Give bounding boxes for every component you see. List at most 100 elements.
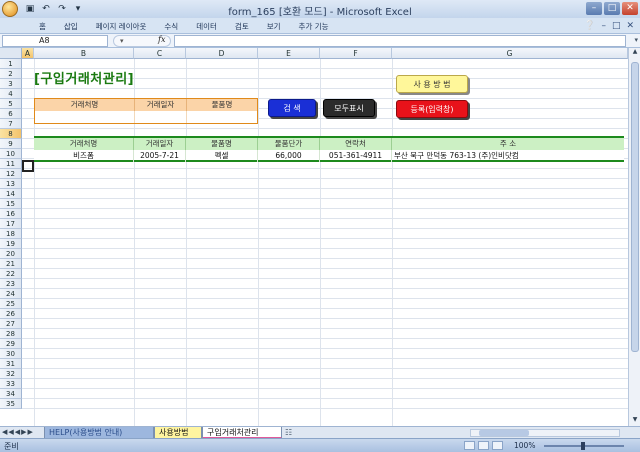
row-header-11[interactable]: 11 — [0, 159, 22, 169]
column-header-c[interactable]: C — [134, 48, 186, 59]
tab-review[interactable]: 검토 — [226, 21, 258, 32]
tab-home[interactable]: 홈 — [30, 21, 55, 32]
row-header-27[interactable]: 27 — [0, 319, 22, 329]
vertical-scrollbar[interactable]: ▲ ▼ — [628, 48, 640, 426]
fx-icon[interactable]: fx — [158, 35, 165, 44]
row-header-24[interactable]: 24 — [0, 289, 22, 299]
table-cell[interactable]: 부산 북구 만덕동 763-13 (주)인비닷컴 — [392, 150, 624, 162]
formula-input[interactable] — [174, 35, 626, 47]
search-input-date[interactable] — [135, 111, 187, 123]
row-header-3[interactable]: 3 — [0, 79, 22, 89]
tab-page-layout[interactable]: 페이지 레이아웃 — [87, 21, 156, 32]
row-header-29[interactable]: 29 — [0, 339, 22, 349]
ribbon-tabs: 홈 삽입 페이지 레이아웃 수식 데이터 검토 보기 추가 기능 ❔ – □ ✕ — [0, 18, 640, 34]
row-header-25[interactable]: 25 — [0, 299, 22, 309]
tab-addins[interactable]: 추가 기능 — [290, 21, 338, 32]
row-header-28[interactable]: 28 — [0, 329, 22, 339]
page-layout-view-icon[interactable] — [478, 441, 489, 450]
name-box[interactable]: A8 — [2, 35, 108, 47]
gridline — [22, 128, 628, 129]
row-header-6[interactable]: 6 — [0, 109, 22, 119]
tab-view[interactable]: 보기 — [258, 21, 290, 32]
table-cell[interactable]: 2005-7-21 — [134, 150, 186, 162]
ribbon-restore-icon[interactable]: □ — [612, 21, 621, 31]
table-header-address: 주 소 — [392, 138, 624, 150]
row-header-33[interactable]: 33 — [0, 379, 22, 389]
row-header-8[interactable]: 8 — [0, 129, 22, 139]
worksheet-grid[interactable]: A B C D E F G 1 2 3 4 5 6 7 8 9 10 11 12 13 14 15 16 17 1… — [0, 48, 628, 426]
table-cell[interactable]: 66,000 — [258, 150, 320, 162]
row-header-19[interactable]: 19 — [0, 239, 22, 249]
row-header-21[interactable]: 21 — [0, 259, 22, 269]
column-header-g[interactable]: G — [392, 48, 628, 59]
row-header-26[interactable]: 26 — [0, 309, 22, 319]
row-header-18[interactable]: 18 — [0, 229, 22, 239]
search-button[interactable]: 검 색 — [268, 99, 316, 117]
row-header-17[interactable]: 17 — [0, 219, 22, 229]
column-header-d[interactable]: D — [186, 48, 258, 59]
close-button[interactable]: ✕ — [622, 2, 638, 15]
column-header-f[interactable]: F — [320, 48, 392, 59]
show-all-button[interactable]: 모두표시 — [323, 99, 375, 117]
tab-data[interactable]: 데이터 — [187, 21, 226, 32]
minimize-button[interactable]: – — [586, 2, 602, 15]
tab-formulas[interactable]: 수식 — [155, 21, 187, 32]
howto-button[interactable]: 사 용 방 법 — [396, 75, 468, 93]
row-header-31[interactable]: 31 — [0, 359, 22, 369]
active-cell-a8[interactable] — [22, 160, 34, 172]
normal-view-icon[interactable] — [464, 441, 475, 450]
scroll-up-icon[interactable]: ▲ — [629, 48, 640, 58]
insert-sheet-icon[interactable]: ☷ — [285, 428, 299, 438]
row-header-22[interactable]: 22 — [0, 269, 22, 279]
row-header-20[interactable]: 20 — [0, 249, 22, 259]
ribbon-minimize-icon[interactable]: – — [601, 21, 606, 31]
zoom-level[interactable]: 100% — [514, 441, 535, 450]
page-break-view-icon[interactable] — [492, 441, 503, 450]
table-cell[interactable]: 비즈폼 — [34, 150, 134, 162]
register-button[interactable]: 등록(입력창) — [396, 100, 468, 118]
maximize-button[interactable]: □ — [604, 2, 620, 15]
row-header-23[interactable]: 23 — [0, 279, 22, 289]
column-header-e[interactable]: E — [258, 48, 320, 59]
sheet-nav-icons[interactable]: ◀◀◀▶▶ — [2, 428, 34, 436]
gridline — [22, 298, 628, 299]
row-header-12[interactable]: 12 — [0, 169, 22, 179]
expand-formula-icon[interactable]: ▾ — [634, 36, 638, 44]
row-header-2[interactable]: 2 — [0, 69, 22, 79]
row-header-15[interactable]: 15 — [0, 199, 22, 209]
row-header-34[interactable]: 34 — [0, 389, 22, 399]
column-header-a[interactable]: A — [22, 48, 34, 59]
gridline — [22, 218, 628, 219]
row-header-9[interactable]: 9 — [0, 139, 22, 149]
gridline — [320, 59, 321, 426]
formula-bar: A8 ▾ fx ▾ — [0, 34, 640, 48]
scroll-down-icon[interactable]: ▼ — [629, 416, 640, 426]
row-header-1[interactable]: 1 — [0, 59, 22, 69]
search-input-vendor[interactable] — [35, 111, 135, 123]
gridline — [22, 368, 628, 369]
column-header-b[interactable]: B — [34, 48, 134, 59]
table-cell[interactable]: 펙셀 — [186, 150, 258, 162]
horizontal-scroll-thumb[interactable] — [479, 430, 529, 436]
row-header-4[interactable]: 4 — [0, 89, 22, 99]
row-header-7[interactable]: 7 — [0, 119, 22, 129]
table-cell[interactable]: 051-361-4911 — [320, 150, 392, 162]
row-header-10[interactable]: 10 — [0, 149, 22, 159]
select-all-corner[interactable] — [0, 48, 22, 59]
status-bar: 준비 100% — [0, 438, 640, 452]
search-input-item[interactable] — [187, 111, 257, 123]
zoom-slider-knob[interactable] — [581, 442, 585, 450]
row-header-16[interactable]: 16 — [0, 209, 22, 219]
row-header-32[interactable]: 32 — [0, 369, 22, 379]
row-header-14[interactable]: 14 — [0, 189, 22, 199]
row-header-13[interactable]: 13 — [0, 179, 22, 189]
help-icon[interactable]: ❔ — [584, 21, 595, 31]
tab-insert[interactable]: 삽입 — [55, 21, 87, 32]
row-header-35[interactable]: 35 — [0, 399, 22, 409]
ribbon-close-icon[interactable]: ✕ — [626, 21, 634, 31]
vertical-scroll-thumb[interactable] — [631, 62, 639, 352]
gridline — [22, 248, 628, 249]
horizontal-scrollbar[interactable] — [470, 429, 620, 437]
row-header-5[interactable]: 5 — [0, 99, 22, 109]
row-header-30[interactable]: 30 — [0, 349, 22, 359]
